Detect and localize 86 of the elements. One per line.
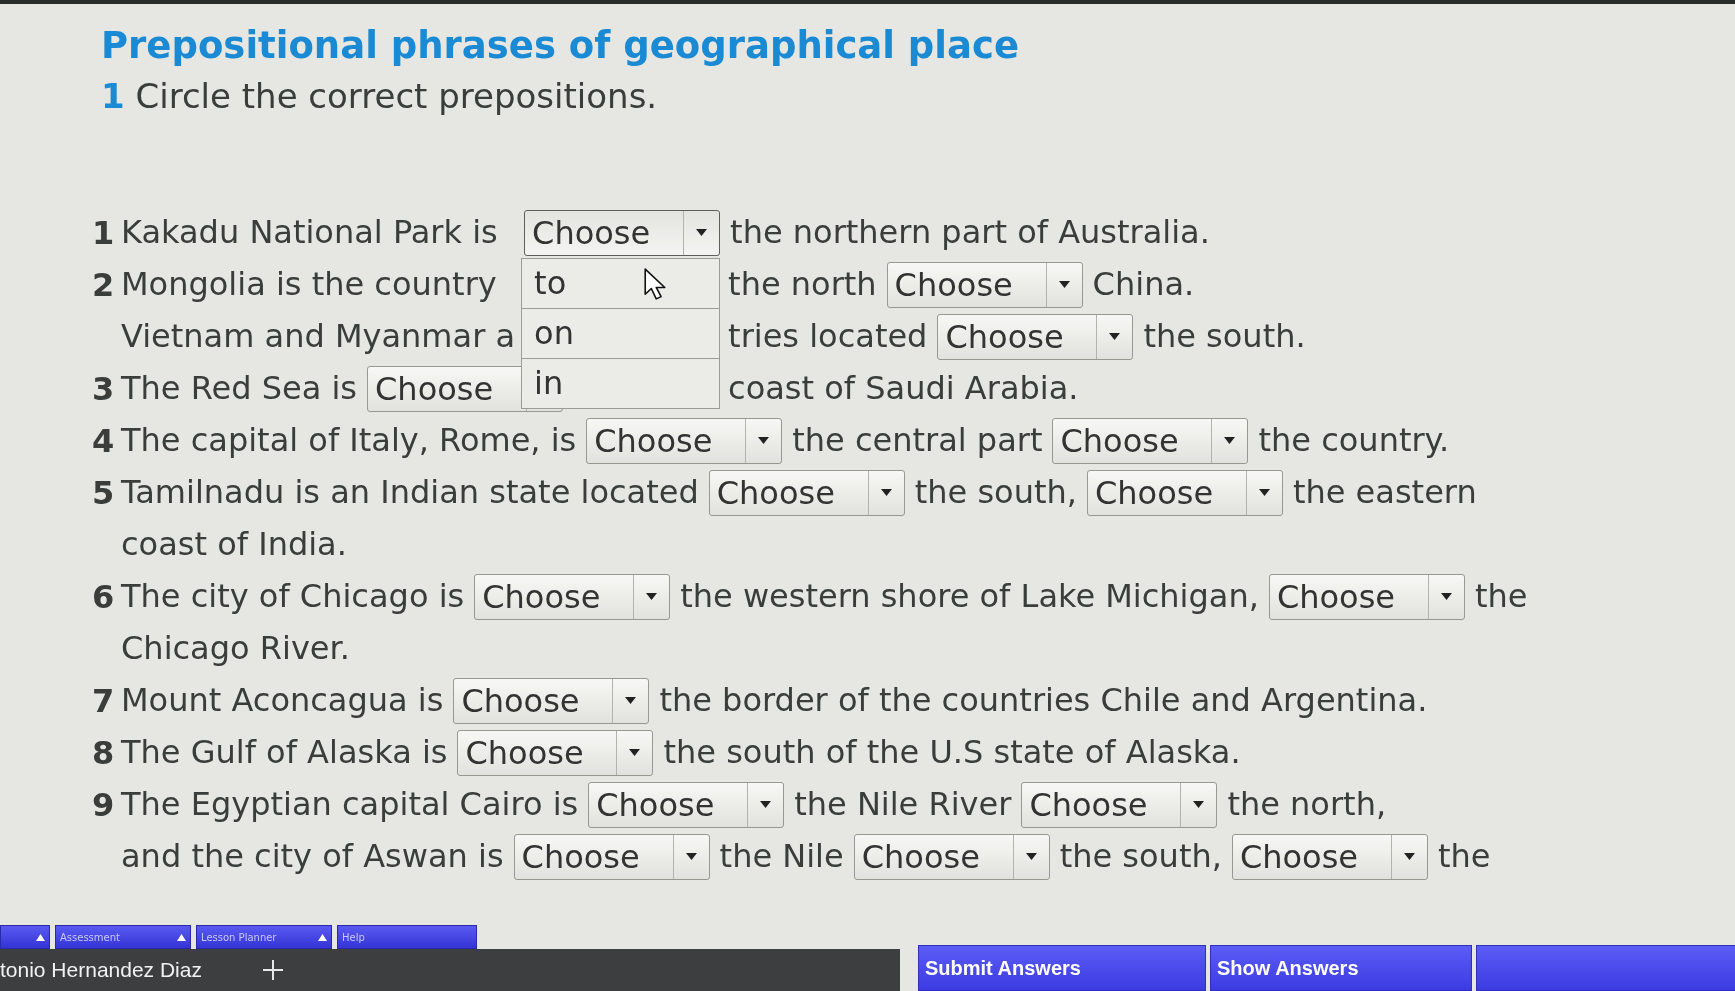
sentence-text: China. <box>1092 265 1195 304</box>
sentence-text: the northern part of Australia. <box>730 213 1210 252</box>
sentence-text: the south. <box>1143 317 1306 356</box>
sentence-text: the Nile <box>719 837 844 876</box>
dropdown-select[interactable]: Choose <box>1231 833 1428 880</box>
sentence-text: Mongolia is the country <box>121 265 497 304</box>
sentence-text: and the city of Aswan is <box>121 837 504 876</box>
question-number: 3 <box>92 368 116 410</box>
caret-icon <box>1025 853 1037 861</box>
question-number: 2 <box>92 264 116 306</box>
question-number: 5 <box>92 472 116 514</box>
sentence-text: the south of the U.S state of Alaska. <box>663 733 1241 772</box>
sentence-text: Mount Aconcagua is <box>121 681 444 720</box>
dropdown-select[interactable]: Choose <box>1086 469 1283 516</box>
menu-tab[interactable]: Assessment <box>55 925 191 949</box>
caret-icon <box>1440 593 1452 601</box>
sentence-text: the north <box>728 265 877 304</box>
dropdown-select[interactable]: Choose <box>586 417 783 464</box>
question-number: 4 <box>92 420 116 462</box>
sentence-text: the central part <box>792 421 1043 460</box>
sentence-text: the country. <box>1258 421 1450 460</box>
dropdown-select[interactable]: Choose <box>457 729 654 776</box>
caret-icon <box>758 437 770 445</box>
caret-icon <box>625 697 637 705</box>
sentence-text: The Egyptian capital Cairo is <box>121 785 579 824</box>
dropdown-select[interactable]: Choose <box>886 261 1083 308</box>
sentence-text: The city of Chicago is <box>121 577 465 616</box>
caret-icon <box>1109 333 1121 341</box>
menu-tab[interactable]: Help <box>337 925 477 949</box>
sentence-text: the south, <box>1059 837 1222 876</box>
sentence-text: tries located <box>728 317 928 356</box>
sentence-text: the <box>1437 837 1491 876</box>
caret-icon <box>1058 281 1070 289</box>
dropdown-option[interactable]: to <box>521 257 721 309</box>
menu-tab[interactable]: Lesson Planner <box>196 925 332 949</box>
question-number: 7 <box>92 680 116 722</box>
dropdown-option[interactable]: in <box>521 357 721 409</box>
instruction-text: 1 Circle the correct prepositions. <box>100 75 659 119</box>
sentence-text: The Gulf of Alaska is <box>121 733 448 772</box>
worksheet-title: Prepositional phrases of geographical place <box>100 23 1021 69</box>
caret-icon <box>1193 801 1205 809</box>
submit-button[interactable]: Submit Answers <box>918 945 1206 991</box>
dropdown-select[interactable]: Choose <box>524 209 721 256</box>
sentence-text: the Nile River <box>794 785 1012 824</box>
question-number: 8 <box>92 732 116 774</box>
caret-icon <box>1403 853 1415 861</box>
show-answers-button[interactable]: Show Answers <box>1210 945 1472 991</box>
sentence-text: The capital of Italy, Rome, is <box>121 421 577 460</box>
dropdown-select[interactable]: Choose <box>474 573 671 620</box>
sentence-text: coast of India. <box>121 525 347 564</box>
sentence-text: Tamilnadu is an Indian state located <box>121 473 699 512</box>
caret-icon <box>760 801 772 809</box>
sentence-text: the north, <box>1227 785 1387 824</box>
caret-icon <box>880 489 892 497</box>
question-number: 1 <box>92 212 116 254</box>
sentence-text: the eastern <box>1292 473 1477 512</box>
caret-icon <box>629 749 641 757</box>
caret-icon <box>1258 489 1270 497</box>
dropdown-select[interactable]: Choose <box>853 833 1050 880</box>
sentence-text: Chicago River. <box>121 629 350 668</box>
caret-icon <box>1224 437 1236 445</box>
sentence-text: The Red Sea is <box>121 369 357 408</box>
plus-icon <box>261 959 284 981</box>
caret-icon <box>685 853 697 861</box>
dropdown-option[interactable]: on <box>521 307 721 359</box>
sentence-text: Vietnam and Myanmar a <box>121 317 516 356</box>
dropdown-select[interactable]: Choose <box>453 677 650 724</box>
sentence-text: the border of the countries Chile and Argentina. <box>659 681 1428 720</box>
sentence-text: the <box>1474 577 1528 616</box>
dropdown-select[interactable]: Choose <box>1052 417 1249 464</box>
dropdown-select[interactable]: Choose <box>1021 781 1218 828</box>
caret-icon <box>696 229 708 237</box>
user-name: tonio Hernandez Diaz <box>0 957 202 984</box>
dropdown-select[interactable]: Choose <box>937 313 1134 360</box>
sentence-text: the south, <box>914 473 1077 512</box>
sentence-text: coast of Saudi Arabia. <box>728 369 1079 408</box>
dropdown-select[interactable]: Choose <box>1268 573 1465 620</box>
question-number: 9 <box>92 784 116 826</box>
sentence-text: the western shore of Lake Michigan, <box>680 577 1259 616</box>
dropdown-select[interactable]: Choose <box>708 469 905 516</box>
dropdown-select[interactable]: Choose <box>588 781 785 828</box>
menu-tab[interactable] <box>0 925 50 949</box>
caret-icon <box>646 593 658 601</box>
question-number: 6 <box>92 576 116 618</box>
dropdown-select[interactable]: Choose <box>513 833 710 880</box>
sentence-text: Kakadu National Park is <box>121 213 498 252</box>
